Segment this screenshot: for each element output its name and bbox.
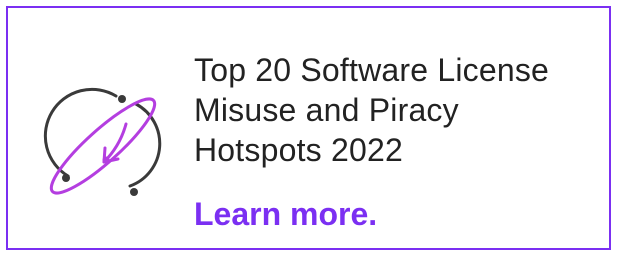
promo-title: Top 20 Software License Misuse and Pirac… xyxy=(194,50,604,170)
promo-title-line: Misuse and Piracy xyxy=(194,92,459,128)
learn-more-link[interactable]: Learn more. xyxy=(194,194,377,234)
orbit-arrow-icon xyxy=(38,74,168,204)
promo-title-line: Top 20 Software License xyxy=(194,52,550,88)
promo-card[interactable]: Top 20 Software License Misuse and Pirac… xyxy=(6,6,611,250)
promo-title-line: Hotspots 2022 xyxy=(194,132,403,168)
